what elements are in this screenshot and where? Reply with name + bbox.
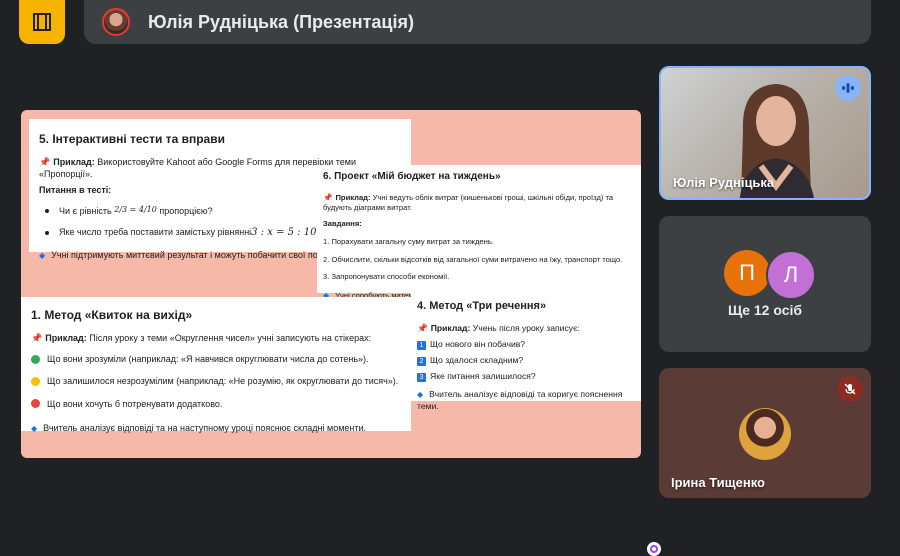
present-icon	[33, 13, 51, 31]
pin-icon: 📌	[417, 322, 428, 333]
pin-icon: 📌	[323, 192, 333, 202]
example-line: 📌 Приклад: Після уроку з теми «Округлення…	[31, 333, 372, 344]
avatar: Л	[766, 250, 816, 300]
list-item: 1. Порахувати загальну суму витрат за ти…	[323, 237, 494, 247]
audio-wave-icon	[835, 75, 861, 101]
participant-photo	[739, 408, 791, 460]
card-heading: 5. Інтерактивні тести та вправи	[39, 132, 225, 146]
list-item: Що вони зрозуміли (наприклад: «Я навчивс…	[31, 353, 401, 365]
participant-name: Юлія Рудніцька	[673, 175, 775, 190]
participant-name: Ірина Тищенко	[671, 475, 766, 490]
list-item: Що вони хочуть б потренувати додатково.	[31, 398, 401, 410]
card-footer: ◆ Вчитель аналізує відповіді та на наступ…	[31, 422, 367, 433]
presentation-title-bar: Юлія Рудніцька (Презентація)	[84, 0, 871, 44]
red-dot-icon	[31, 399, 40, 409]
example-line: 📌 Приклад: Учні ведуть облік витрат (кише…	[323, 192, 614, 212]
app-logo-button[interactable]	[19, 0, 65, 44]
presentation-title: Юлія Рудніцька (Презентація)	[148, 11, 414, 32]
green-dot-icon	[31, 354, 40, 364]
participant-tile-speaker[interactable]: Юлія Рудніцька	[659, 66, 871, 200]
card-footer: ◆ Вчитель аналізує відповіді та коригує п…	[417, 389, 623, 412]
card-heading: 4. Метод «Три речення»	[417, 300, 547, 312]
list-item: 3. Запропонувати способи економії.	[323, 271, 450, 281]
avatar: П	[724, 250, 770, 296]
assistant-sparkle-icon[interactable]	[647, 542, 661, 556]
tasks-label: Завдання:	[323, 219, 362, 228]
participant-tile-muted[interactable]: Ірина Тищенко	[659, 368, 871, 498]
example-line: 📌 Приклад: Учень після уроку записує:	[417, 322, 580, 333]
yellow-dot-icon	[31, 377, 40, 387]
list-item: 2. Обчислити, скільки відсотків від зага…	[323, 254, 623, 264]
slide-card-three-sentences: 4. Метод «Три речення» 📌 Приклад: Учень п…	[411, 289, 641, 411]
list-item: Що залишилося незрозумілим (наприклад: «…	[31, 375, 401, 387]
shared-slide: 5. Інтерактивні тести та вправи 📌 Приклад…	[21, 110, 661, 556]
list-item: 3 Яке питання залишилося?	[417, 371, 635, 383]
slide-card-exit-ticket: 1. Метод «Квиток на вихід» 📌 Приклад: Піс…	[21, 297, 411, 433]
list-item: 2 Що здалося складним?	[417, 355, 635, 367]
card-heading: 6. Проект «Мій бюджет на тиждень»	[323, 171, 501, 182]
slide-card-budget-project: 6. Проект «Мій бюджет на тиждень» 📌 Прикл…	[317, 165, 641, 300]
participant-tile-others[interactable]: П Л Ще 12 осіб	[659, 216, 871, 352]
card-heading: 1. Метод «Квиток на вихід»	[31, 308, 193, 322]
mic-off-icon	[837, 376, 863, 402]
presenter-avatar	[102, 8, 130, 36]
list-item: 1 Що нового він побачив?	[417, 339, 635, 351]
more-participants-label: Ще 12 осіб	[727, 302, 803, 318]
pin-icon: 📌	[31, 333, 43, 344]
pin-icon: 📌	[39, 157, 51, 168]
